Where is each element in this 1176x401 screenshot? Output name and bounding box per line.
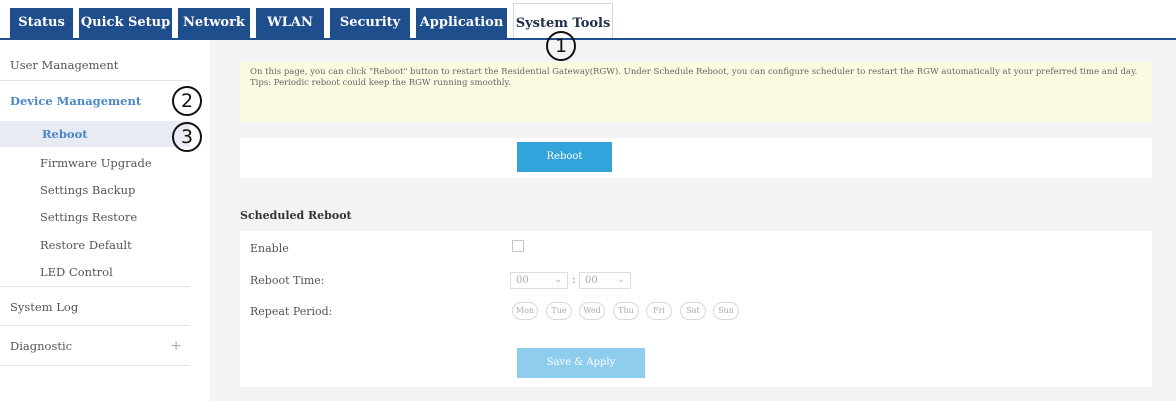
info-box: On this page, you can click "Reboot" but… bbox=[240, 62, 1152, 122]
reboot-time-label: Reboot Time: bbox=[250, 274, 325, 287]
tab-application[interactable]: Application bbox=[416, 8, 507, 38]
minute-value: 00 bbox=[585, 275, 598, 286]
day-toggle-sun[interactable]: Sun bbox=[713, 302, 739, 320]
reboot-panel bbox=[240, 138, 1152, 178]
tab-security[interactable]: Security bbox=[330, 8, 410, 38]
sidebar-item-firmware-upgrade[interactable]: Firmware Upgrade bbox=[0, 153, 190, 173]
day-toggle-sat[interactable]: Sat bbox=[680, 302, 706, 320]
day-toggle-mon[interactable]: Mon bbox=[512, 302, 538, 320]
repeat-period-label: Repeat Period: bbox=[250, 305, 333, 318]
step-1-marker: 1 bbox=[546, 31, 576, 61]
sidebar-item-led-control[interactable]: LED Control bbox=[0, 262, 190, 282]
day-toggle-tue[interactable]: Tue bbox=[546, 302, 572, 320]
tab-wlan[interactable]: WLAN bbox=[256, 8, 324, 38]
tips-text: Tips: Periodic reboot could keep the RGW… bbox=[250, 78, 511, 88]
hour-value: 00 bbox=[516, 275, 529, 286]
day-toggle-wed[interactable]: Wed bbox=[579, 302, 605, 320]
save-apply-button[interactable]: Save & Apply bbox=[517, 348, 645, 378]
tab-status[interactable]: Status bbox=[10, 8, 73, 38]
plus-icon[interactable]: + bbox=[170, 336, 182, 356]
hour-select[interactable]: 00 ⌄ bbox=[510, 272, 568, 289]
reboot-button[interactable]: Reboot bbox=[517, 142, 612, 172]
sidebar-divider bbox=[0, 80, 190, 81]
sidebar-divider bbox=[0, 325, 190, 326]
sidebar-item-system-log[interactable]: System Log bbox=[0, 297, 190, 317]
sidebar-item-settings-restore[interactable]: Settings Restore bbox=[0, 207, 190, 227]
step-2-marker: 2 bbox=[172, 86, 202, 116]
time-separator: : bbox=[572, 273, 576, 286]
sidebar-item-restore-default[interactable]: Restore Default bbox=[0, 235, 190, 255]
tab-network[interactable]: Network bbox=[178, 8, 250, 38]
step-3-marker: 3 bbox=[172, 122, 202, 152]
enable-checkbox[interactable] bbox=[512, 240, 524, 252]
day-toggle-thu[interactable]: Thu bbox=[613, 302, 639, 320]
enable-label: Enable bbox=[250, 242, 289, 255]
sidebar-item-device-management[interactable]: Device Management bbox=[0, 90, 190, 112]
sidebar-divider bbox=[0, 286, 190, 287]
chevron-down-icon: ⌄ bbox=[554, 275, 562, 285]
section-title: Scheduled Reboot bbox=[240, 209, 352, 222]
tab-quick-setup[interactable]: Quick Setup bbox=[79, 8, 172, 38]
sidebar-item-user-management[interactable]: User Management bbox=[0, 55, 190, 75]
sidebar-divider bbox=[0, 365, 190, 366]
sidebar-item-reboot[interactable]: Reboot bbox=[0, 121, 190, 147]
minute-select[interactable]: 00 ⌄ bbox=[579, 272, 631, 289]
day-toggle-fri[interactable]: Fri bbox=[646, 302, 672, 320]
chevron-down-icon: ⌄ bbox=[617, 275, 625, 285]
top-navigation: Status Quick Setup Network WLAN Security… bbox=[0, 0, 1176, 40]
sidebar-item-settings-backup[interactable]: Settings Backup bbox=[0, 180, 190, 200]
sidebar-item-label: Diagnostic bbox=[10, 339, 73, 353]
sidebar-item-diagnostic[interactable]: Diagnostic + bbox=[0, 336, 190, 356]
info-text: On this page, you can click "Reboot" but… bbox=[250, 67, 1138, 77]
